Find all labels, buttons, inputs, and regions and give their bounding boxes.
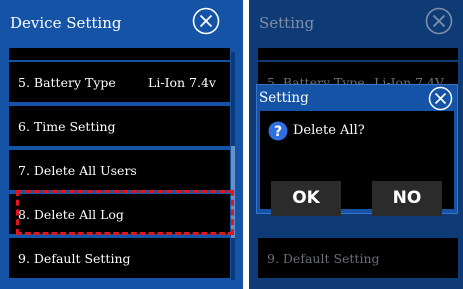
list-item-value: Li-Ion 7.4v [148,75,216,90]
list-item-label: 7. Delete All Users [18,163,137,178]
screen-title: Device Setting [10,14,122,32]
list-item-default-setting: 9. Default Setting [258,238,458,278]
list-item-label: 5. Battery Type [18,75,116,90]
list-item-partial [9,48,230,60]
close-icon[interactable] [428,86,453,111]
dialog-title: Setting [259,90,309,106]
list-item-time-setting[interactable]: 6. Time Setting [9,106,230,146]
screen-title: Setting [259,14,315,32]
list-item-delete-all-users[interactable]: 7. Delete All Users [9,150,230,190]
highlight-box [16,190,234,235]
close-icon[interactable] [192,7,220,35]
title-bar: Setting [249,0,463,47]
setting-screen: Setting 5. Battery Type Li-Ion 7.4V 9. D… [249,0,463,289]
confirm-dialog: Setting ? Delete All? OK NO [256,84,458,216]
ok-button[interactable]: OK [271,181,341,216]
device-setting-screen: Device Setting 5. Battery Type Li-Ion 7.… [0,0,243,289]
list-item-partial [258,48,458,60]
dialog-body: ? Delete All? OK NO [260,111,454,216]
title-bar: Device Setting [0,0,243,47]
list-item-label: 9. Default Setting [267,251,380,266]
no-button[interactable]: NO [372,181,442,216]
svg-text:?: ? [274,124,282,140]
settings-list: 5. Battery Type Li-Ion 7.4v 6. Time Sett… [0,47,243,289]
list-item-label: 6. Time Setting [18,119,116,134]
list-item-label: 9. Default Setting [18,251,131,266]
dialog-message: Delete All? [293,123,365,138]
question-icon: ? [268,121,288,141]
list-item-battery-type[interactable]: 5. Battery Type Li-Ion 7.4v [9,62,230,102]
close-icon[interactable] [425,7,453,35]
list-item-default-setting[interactable]: 9. Default Setting [9,238,230,278]
